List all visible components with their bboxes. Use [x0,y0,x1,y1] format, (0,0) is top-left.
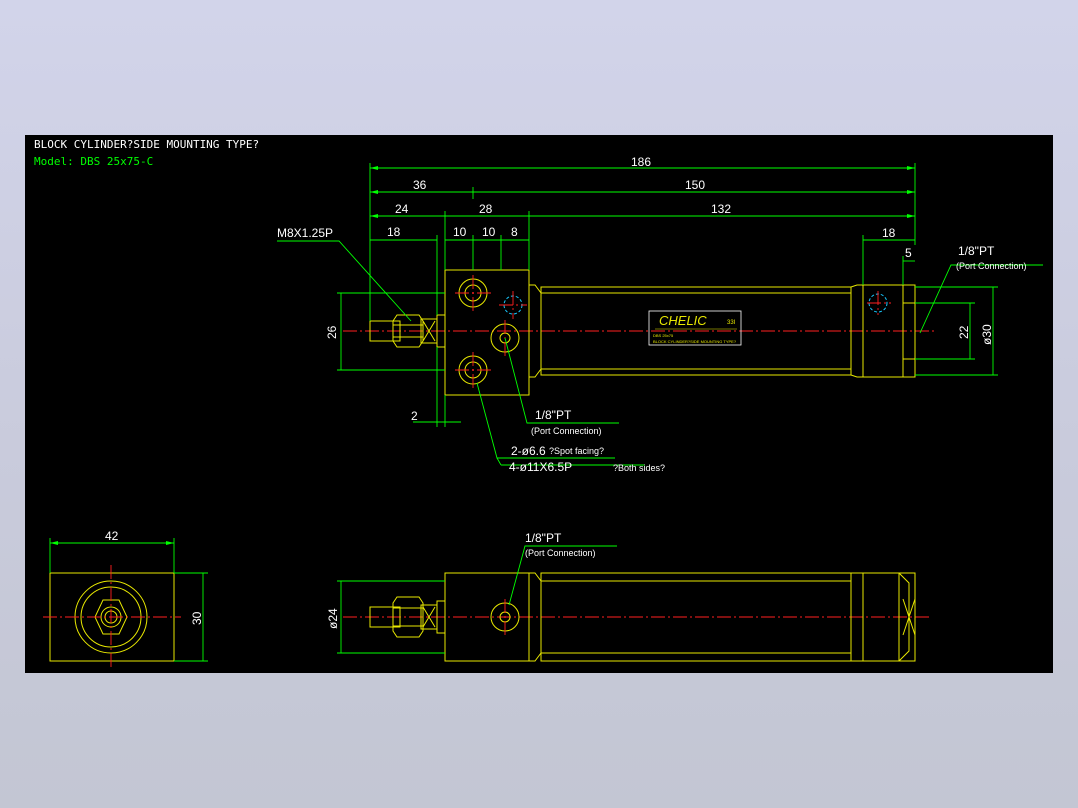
svg-text:132: 132 [711,202,731,216]
svg-text:1/8"PT: 1/8"PT [525,531,562,545]
model-label: Model: DBS 25x75-C [34,155,153,168]
cad-viewport[interactable]: BLOCK CYLINDER?SIDE MOUNTING TYPE? Model… [25,135,1053,673]
svg-text:BLOCK CYLINDER?SIDE MOUNTING T: BLOCK CYLINDER?SIDE MOUNTING TYPE? [653,339,737,344]
svg-text:ø30: ø30 [980,324,994,345]
top-dimensions: 186 36 150 24 28 132 18 10 10 8 18 5 26 [325,155,998,427]
svg-text:?Both sides?: ?Both sides? [613,463,665,473]
drawing-title: BLOCK CYLINDER?SIDE MOUNTING TYPE? [34,138,259,151]
brand-text: CHELIC [659,313,707,328]
svg-text:1/8"PT: 1/8"PT [958,244,995,258]
end-view: 42 30 [43,529,208,669]
svg-text:150: 150 [685,178,705,192]
top-callouts: M8X1.25P 1/8"PT (Port Connection) 1/8"PT… [277,226,1043,474]
svg-text:24: 24 [395,202,409,216]
thread-callout: M8X1.25P [277,226,333,240]
svg-text:30: 30 [190,611,204,625]
svg-text:?Spot facing?: ?Spot facing? [549,446,604,456]
svg-text:8: 8 [511,225,518,239]
side-view: ø24 1/8"PT (Port Connection) [326,531,930,662]
svg-text:42: 42 [105,529,119,543]
svg-text:(Port Connection): (Port Connection) [525,548,596,558]
svg-text:4-ø11X6.5P: 4-ø11X6.5P [509,460,572,474]
svg-text:10: 10 [453,225,467,239]
top-view: CHELIC 33I DBS 25x75 BLOCK CYLINDER?SIDE… [343,269,935,396]
dim-186: 186 [631,155,651,169]
svg-text:18: 18 [387,225,401,239]
svg-text:2-ø6.6: 2-ø6.6 [511,444,546,458]
svg-text:18: 18 [882,226,896,240]
arrowheads [50,166,915,545]
svg-text:1/8"PT: 1/8"PT [535,408,572,422]
svg-text:33I: 33I [727,320,736,326]
svg-text:28: 28 [479,202,493,216]
svg-text:26: 26 [325,325,339,339]
label-plate: CHELIC 33I DBS 25x75 BLOCK CYLINDER?SIDE… [648,310,742,346]
svg-text:(Port Connection): (Port Connection) [956,261,1027,271]
svg-text:(Port Connection): (Port Connection) [531,426,602,436]
front-block [444,269,530,396]
svg-text:10: 10 [482,225,496,239]
svg-text:ø24: ø24 [326,608,340,629]
svg-text:5: 5 [905,246,912,260]
svg-text:DBS 25x75: DBS 25x75 [653,333,674,338]
svg-text:2: 2 [411,409,418,423]
svg-text:36: 36 [413,178,427,192]
svg-text:22: 22 [957,325,971,339]
drawing-canvas: BLOCK CYLINDER?SIDE MOUNTING TYPE? Model… [34,138,1043,669]
